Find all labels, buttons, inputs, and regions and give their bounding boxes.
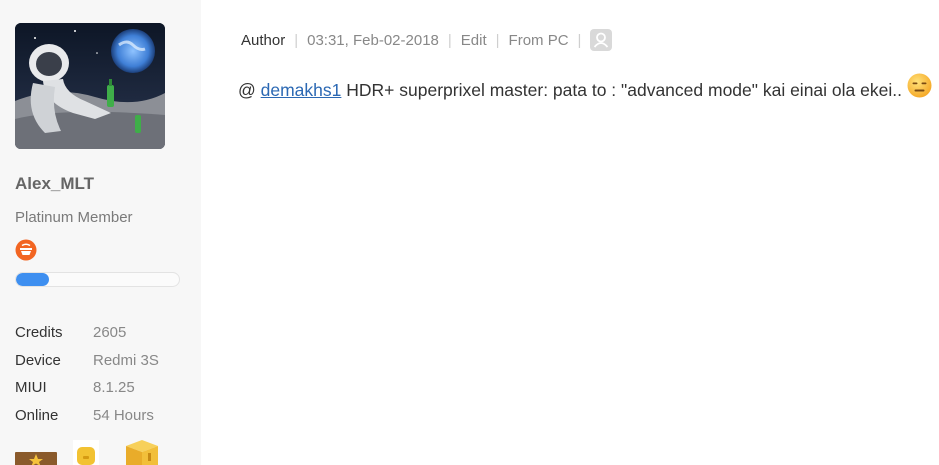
gift-box-medal-icon[interactable] xyxy=(124,440,160,465)
user-icon[interactable] xyxy=(590,29,613,51)
user-rank: Platinum Member xyxy=(15,209,133,226)
coin-medal-icon[interactable] xyxy=(71,440,101,465)
post-source: From PC xyxy=(508,31,569,49)
avatar-image xyxy=(15,23,165,149)
stat-value: 2605 xyxy=(93,324,127,341)
avatar[interactable] xyxy=(15,23,165,149)
stat-row-online: Online 54 Hours xyxy=(15,406,159,434)
stat-label: Online xyxy=(15,406,59,424)
stat-row-device: Device Redmi 3S xyxy=(15,351,159,379)
user-sidebar: Alex_MLT Platinum Member Credits 2605 Dev… xyxy=(0,0,201,465)
post-message: @ demakhs1 HDR+ superprixel master: pata… xyxy=(238,80,902,101)
edit-link[interactable]: Edit xyxy=(461,32,487,49)
star-medal-icon[interactable] xyxy=(15,452,57,465)
stat-label: Credits xyxy=(15,324,63,341)
stat-label: Device xyxy=(15,351,61,369)
meta-separator: | xyxy=(495,31,500,49)
level-progress-fill xyxy=(16,273,49,286)
meta-separator: | xyxy=(577,31,582,49)
rank-badge-icon xyxy=(15,239,37,261)
stat-value: 54 Hours xyxy=(93,406,154,424)
mention-prefix: @ xyxy=(238,80,261,100)
level-progress-bar xyxy=(15,272,180,287)
user-stats: Credits 2605 Device Redmi 3S MIUI 8.1.25 On… xyxy=(15,323,159,433)
stat-label: MIUI xyxy=(15,379,47,396)
mention-link[interactable]: demakhs1 xyxy=(261,80,342,100)
author-label: Author xyxy=(241,31,286,49)
stat-value: 8.1.25 xyxy=(93,379,135,396)
meta-separator: | xyxy=(294,31,299,49)
meta-separator: | xyxy=(447,31,452,49)
username[interactable]: Alex_MLT xyxy=(15,174,94,194)
post-timestamp: 03:31, Feb-02-2018 xyxy=(307,31,439,49)
stat-value: Redmi 3S xyxy=(93,351,159,369)
message-body: HDR+ superprixel master: pata to : "adva… xyxy=(341,80,902,100)
post-meta: Author | 03:31, Feb-02-2018 | Edit | Fro… xyxy=(241,28,613,52)
stat-row-miui: MIUI 8.1.25 xyxy=(15,378,159,406)
expressionless-face-emoji xyxy=(907,73,932,98)
stat-row-credits: Credits 2605 xyxy=(15,323,159,351)
